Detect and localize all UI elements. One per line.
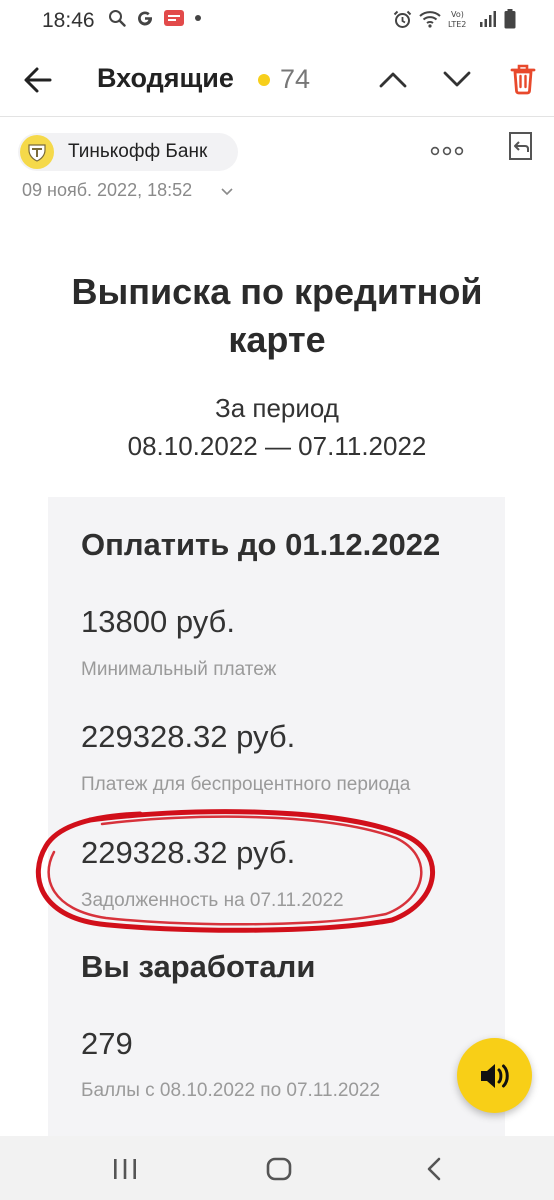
home-icon[interactable] <box>266 1157 292 1181</box>
signal-icon <box>480 11 496 27</box>
delete-button[interactable] <box>508 63 538 95</box>
back-icon[interactable] <box>424 1157 444 1181</box>
bank-logo-icon <box>21 136 53 168</box>
google-icon <box>138 11 153 26</box>
notification-badge-icon <box>164 10 184 26</box>
red-highlight-circle <box>35 809 436 933</box>
trash-icon <box>510 64 536 95</box>
more-dots-icon <box>430 146 464 156</box>
mail-toolbar: Входящие 74 <box>0 50 554 110</box>
earned-heading: Вы заработали <box>81 949 316 984</box>
grace-payment-amount: 229328.32 руб. <box>81 719 296 754</box>
mail-date: 09 нояб. 2022, 18:52 <box>22 180 193 200</box>
status-bar: 18:46 Vo) LTE2 <box>0 0 554 44</box>
points-caption: Баллы с 08.10.2022 по 07.11.2022 <box>81 1080 381 1101</box>
grace-payment-caption: Платеж для беспроцентного периода <box>81 774 411 795</box>
search-icon <box>109 10 126 27</box>
status-right-icons: Vo) LTE2 <box>393 8 516 30</box>
chevron-down-icon[interactable] <box>220 184 234 198</box>
sender-logo <box>20 135 54 169</box>
system-navigation-bar <box>0 1136 554 1200</box>
min-payment-amount: 13800 руб. <box>81 604 235 639</box>
min-payment-caption: Минимальный платеж <box>81 659 277 680</box>
read-aloud-button[interactable] <box>457 1038 532 1113</box>
volte-icon: Vo)LTE2 <box>448 10 466 29</box>
previous-message-button[interactable] <box>376 62 410 96</box>
speaker-icon <box>480 1063 509 1088</box>
svg-text:LTE2: LTE2 <box>448 20 466 29</box>
chevron-down-icon <box>443 71 471 87</box>
header-divider <box>0 116 554 117</box>
sender-name: Тинькофф Банк <box>68 141 208 162</box>
more-options-button[interactable] <box>430 143 464 156</box>
statement-title-line1: Выписка по кредитной <box>71 271 483 312</box>
folder-title: Входящие <box>97 63 234 93</box>
reply-icon <box>509 132 532 160</box>
battery-icon <box>504 9 516 29</box>
recent-apps-icon[interactable] <box>108 1158 142 1180</box>
period-value: 08.10.2022 — 07.11.2022 <box>127 431 427 461</box>
chevron-up-icon <box>379 72 407 88</box>
alarm-icon <box>393 10 412 28</box>
status-time: 18:46 <box>42 9 95 32</box>
unread-dot <box>258 74 270 86</box>
points-amount: 279 <box>81 1026 133 1061</box>
back-button[interactable] <box>20 62 60 98</box>
statement-title: Выписка по кредитной карте <box>0 268 554 364</box>
svg-text:Vo): Vo) <box>451 10 464 19</box>
unread-count: 74 <box>280 64 311 94</box>
dot-icon <box>195 15 201 21</box>
pay-until-heading: Оплатить до 01.12.2022 <box>81 527 441 562</box>
next-message-button[interactable] <box>440 62 474 96</box>
period-label: За период <box>215 393 339 423</box>
status-left-icons <box>108 9 202 27</box>
sender-chip[interactable]: Тинькофф Банк <box>18 133 238 171</box>
statement-title-line2: карте <box>228 319 326 360</box>
back-arrow-icon <box>24 67 52 93</box>
reply-button[interactable] <box>504 130 536 162</box>
wifi-icon <box>419 11 441 28</box>
